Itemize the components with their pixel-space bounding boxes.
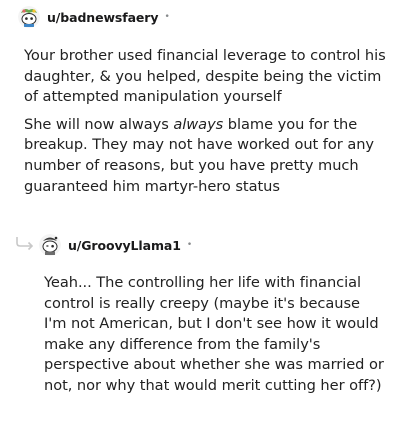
emphasis-text: always <box>173 115 224 133</box>
comment-body: Your brother used financial leverage to … <box>24 46 386 197</box>
text-span: She will now always <box>24 115 174 133</box>
separator-dot: • <box>186 240 193 250</box>
avatar[interactable] <box>18 6 40 28</box>
reddit-snoo-avatar-icon <box>18 6 40 28</box>
username-link[interactable]: u/GroovyLlama1 <box>68 238 181 253</box>
comment-paragraph: Yeah... The controlling her life with fi… <box>44 274 384 394</box>
reply-arrow-icon <box>16 237 34 251</box>
comment-paragraph: Your brother used financial leverage to … <box>24 47 386 106</box>
comment-body: Yeah... The controlling her life with fi… <box>44 273 384 397</box>
separator-dot: • <box>164 12 170 22</box>
username-link[interactable]: u/badnewsfaery <box>47 10 159 25</box>
comment-header: u/badnewsfaery • <box>18 6 170 28</box>
comment-header: u/GroovyLlama1 • <box>39 234 192 256</box>
comment-paragraph: She will now always always blame you for… <box>24 115 386 197</box>
reddit-snoo-avatar-icon <box>39 234 61 256</box>
avatar[interactable] <box>39 234 61 256</box>
